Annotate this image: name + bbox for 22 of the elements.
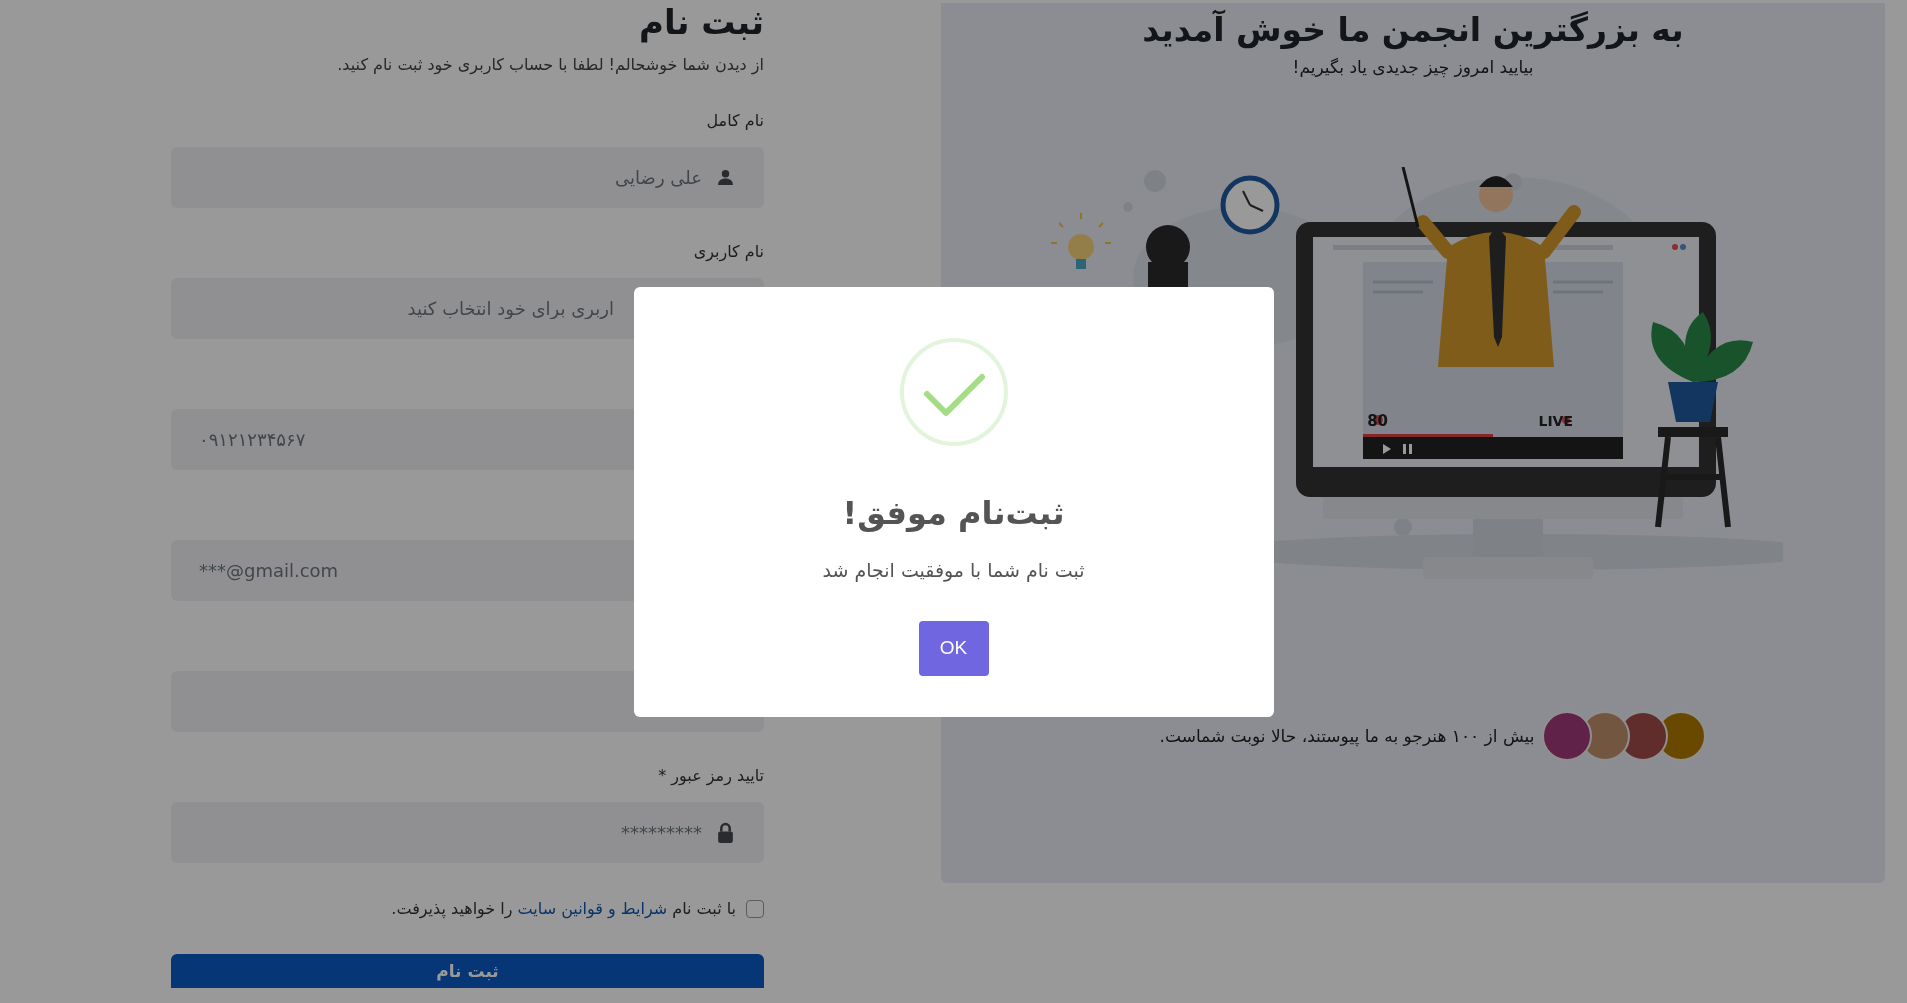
viewer-count: 80 xyxy=(1367,412,1388,430)
field-label: تایید رمز عبور * xyxy=(657,765,764,788)
form-title: ثبت نام xyxy=(638,1,764,45)
terms-text: با ثبت نام شرایط و قوانین سایت را خواهید پذیرفت. xyxy=(391,899,736,918)
terms-link[interactable]: شرایط و قوانین سایت xyxy=(517,899,668,918)
dialog-message: ثبت نام شما با موفقیت انجام شد xyxy=(822,558,1085,581)
person-icon xyxy=(717,169,734,186)
success-check-icon xyxy=(898,336,1009,447)
ok-button[interactable]: OK xyxy=(918,620,989,676)
submit-button[interactable]: ثبت نام xyxy=(171,954,764,988)
terms-checkbox[interactable] xyxy=(746,899,764,918)
input-field[interactable]: علی رضایی xyxy=(171,147,764,208)
hero-title: به بزرگترین انجمن ما خوش آمدید xyxy=(1142,9,1684,52)
lock-icon xyxy=(717,822,734,843)
input-field[interactable]: ********* xyxy=(171,802,764,863)
hero-subtitle: بیایید امروز چیز جدیدی یاد بگیریم! xyxy=(1292,57,1534,77)
field-label: نام کاربری xyxy=(692,241,764,264)
form-subtitle: از دیدن شما خوشحالم! لطفا با حساب کاربری خود ثبت نام کنید. xyxy=(336,54,764,77)
field-label: نام کامل xyxy=(705,110,764,132)
members-text: بیش از ۱۰۰ هنرجو به ما پیوستند، حالا نوبت شماست. xyxy=(1159,726,1535,746)
live-label: LIVE xyxy=(1538,413,1573,429)
dialog-title: ثبت‌نام موفق! xyxy=(842,492,1065,534)
